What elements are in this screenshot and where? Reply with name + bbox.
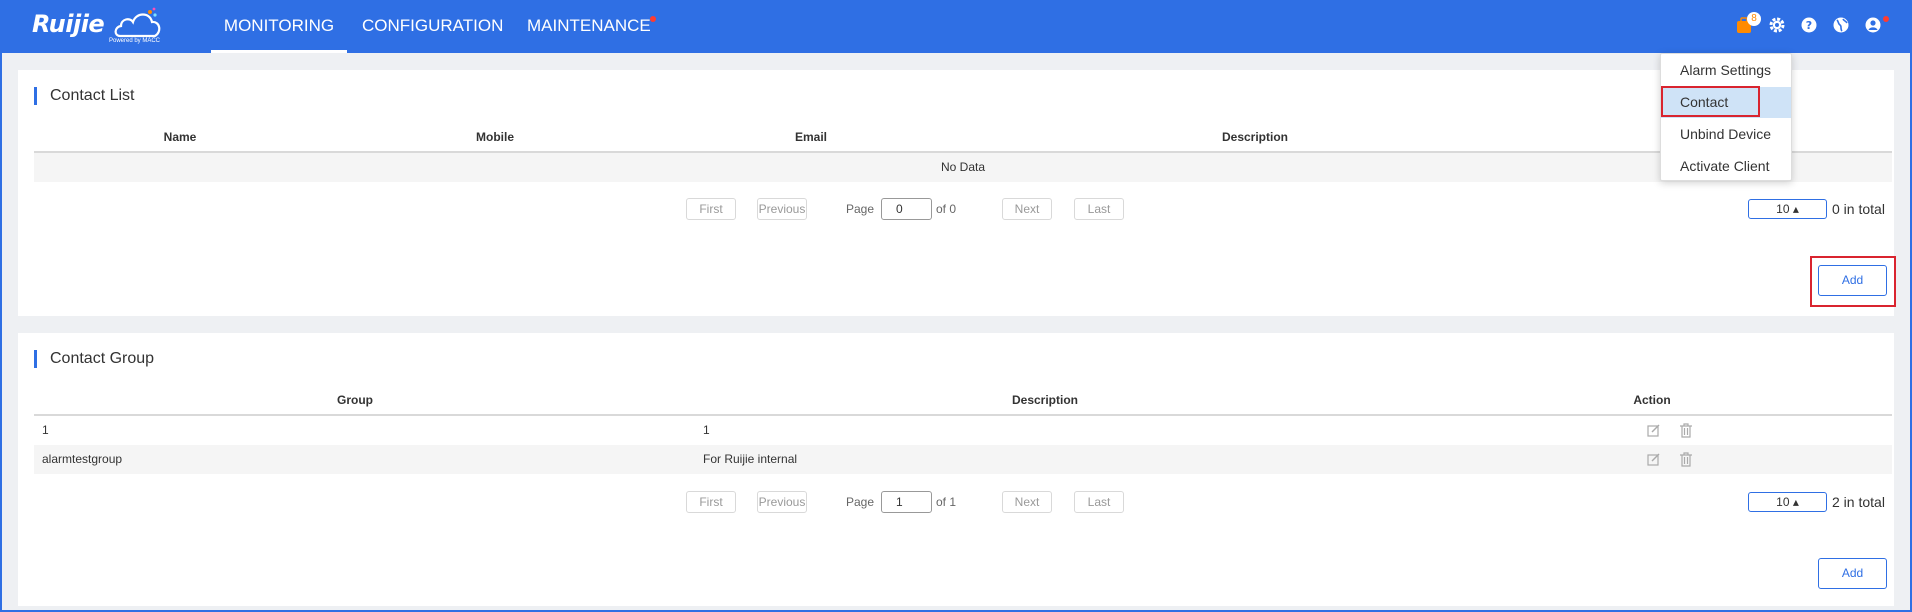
page-of-text: of 0 — [936, 202, 957, 216]
globe-icon[interactable] — [1832, 16, 1850, 34]
next-page-button[interactable]: Next — [1002, 491, 1052, 513]
contact-list-title: Contact List — [34, 87, 134, 105]
nav-maintenance[interactable]: MAINTENANCE — [527, 0, 651, 53]
maintenance-alert-dot — [650, 16, 656, 22]
page-size-select[interactable]: 10 ▴ — [1748, 492, 1827, 512]
first-page-button[interactable]: First — [686, 491, 736, 513]
column-header-description: Description — [1221, 130, 1289, 144]
nav-configuration[interactable]: CONFIGURATION — [362, 0, 503, 53]
add-group-button[interactable]: Add — [1818, 558, 1887, 589]
delete-icon[interactable] — [1679, 423, 1693, 438]
settings-dropdown-menu: Alarm Settings Contact Unbind Device Act… — [1660, 53, 1792, 181]
contact-item-highlight — [1661, 86, 1760, 117]
page-label: Page — [846, 495, 875, 509]
gear-icon[interactable] — [1768, 16, 1786, 34]
first-page-button[interactable]: First — [686, 198, 736, 220]
contact-group-panel: Contact Group Group Description Action 1… — [18, 333, 1894, 606]
description-cell: 1 — [703, 423, 710, 437]
delete-icon[interactable] — [1679, 452, 1693, 467]
menu-item-activate-client[interactable]: Activate Client — [1661, 151, 1791, 182]
logo-subtitle: Powered by MACC — [109, 38, 161, 44]
logo-text: Ruijie — [32, 10, 105, 38]
description-cell: For Ruijie internal — [703, 452, 798, 466]
page-number-input[interactable]: 0 — [881, 198, 932, 220]
page-number-input[interactable]: 1 — [881, 491, 932, 513]
previous-page-button[interactable]: Previous — [757, 198, 807, 220]
page-size-select[interactable]: 10 ▴ — [1748, 199, 1827, 219]
svg-text:?: ? — [1806, 19, 1812, 32]
column-header-email: Email — [794, 130, 828, 144]
page-label: Page — [846, 202, 875, 216]
contact-group-title: Contact Group — [34, 350, 154, 368]
contact-list-panel: Contact List Name Mobile Email Descripti… — [18, 70, 1896, 316]
table-row: 1 1 — [34, 416, 1892, 445]
group-cell: 1 — [42, 423, 49, 437]
column-header-group: Group — [337, 393, 373, 407]
edit-icon[interactable] — [1647, 452, 1661, 467]
page-of-text: of 1 — [936, 495, 957, 509]
help-icon[interactable]: ? — [1800, 16, 1818, 34]
nav-monitoring[interactable]: MONITORING — [211, 0, 347, 53]
total-count: 2 in total — [1832, 494, 1885, 510]
user-alert-dot — [1883, 16, 1889, 22]
group-cell: alarmtestgroup — [42, 452, 123, 466]
last-page-button[interactable]: Last — [1074, 491, 1124, 513]
previous-page-button[interactable]: Previous — [757, 491, 807, 513]
user-icon[interactable] — [1864, 16, 1882, 34]
next-page-button[interactable]: Next — [1002, 198, 1052, 220]
edit-icon[interactable] — [1647, 423, 1661, 438]
column-header-action: Action — [1633, 393, 1671, 407]
menu-item-alarm-settings[interactable]: Alarm Settings — [1661, 55, 1791, 86]
table-row: alarmtestgroup For Ruijie internal — [34, 445, 1892, 474]
ruijie-logo[interactable]: Ruijie Powered by MACC — [32, 6, 162, 46]
empty-table-row: No Data — [34, 153, 1892, 182]
total-count: 0 in total — [1832, 201, 1885, 217]
add-contact-button[interactable]: Add — [1818, 265, 1887, 296]
column-header-description: Description — [1011, 393, 1079, 407]
menu-item-unbind-device[interactable]: Unbind Device — [1661, 119, 1791, 150]
no-data-text: No Data — [940, 160, 986, 174]
last-page-button[interactable]: Last — [1074, 198, 1124, 220]
notification-count-badge: 8 — [1747, 12, 1761, 26]
top-navigation-bar: Ruijie Powered by MACC MONITORING CONFIG… — [0, 0, 1912, 53]
column-header-name: Name — [163, 130, 197, 144]
cloud-icon — [114, 7, 161, 38]
column-header-mobile: Mobile — [476, 130, 514, 144]
